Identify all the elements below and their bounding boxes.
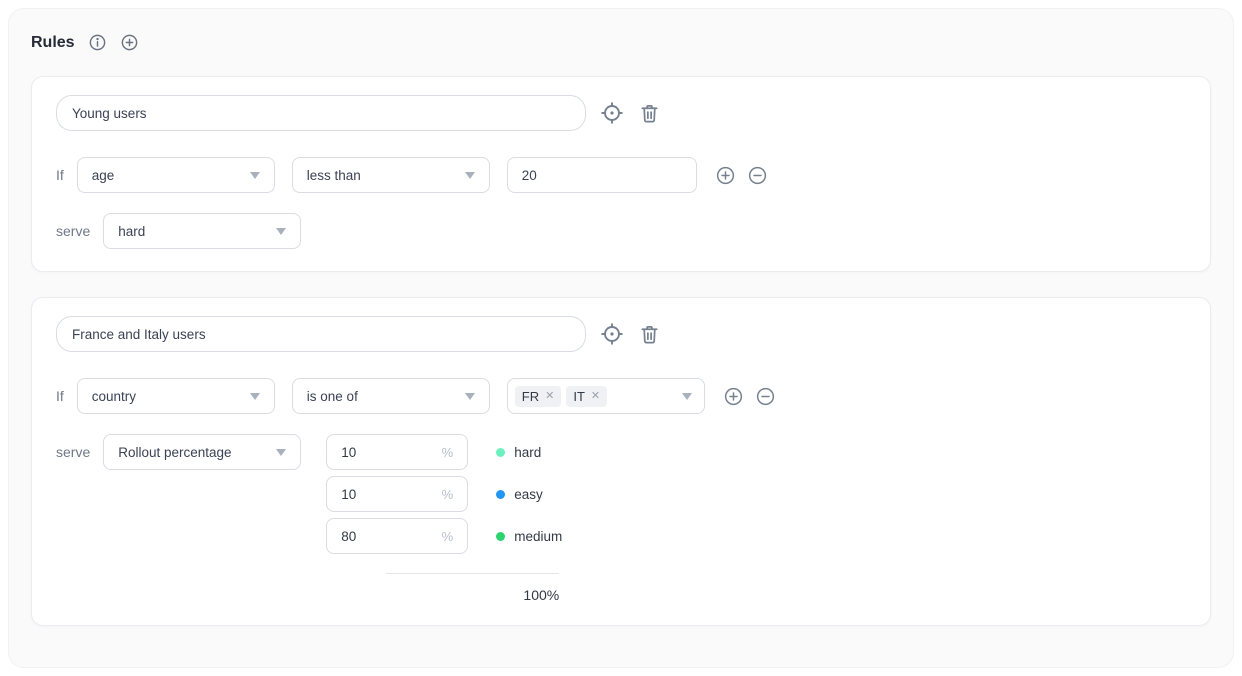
condition-row: If country is one of FR ✕ IT ✕ [56,378,1186,414]
value-chip-label: FR [522,389,539,404]
percent-suffix: % [442,529,454,544]
percentage-input[interactable] [341,445,421,460]
caret-down-icon [250,172,260,179]
info-icon[interactable] [88,33,107,52]
variant-label: medium [514,529,562,544]
caret-down-icon [250,393,260,400]
add-condition-icon[interactable] [723,386,744,407]
variant-label: hard [514,445,541,460]
variant-color-dot [496,448,505,457]
percent-suffix: % [442,487,454,502]
page-title: Rules [31,34,75,52]
rules-panel: Rules [8,8,1234,668]
attribute-select[interactable]: country [77,378,275,414]
value-chip: IT ✕ [566,386,607,407]
remove-chip-icon[interactable]: ✕ [545,391,554,402]
rollout-total: 100% [326,587,559,603]
rule-name-input[interactable] [56,95,586,131]
caret-down-icon [276,449,286,456]
remove-condition-icon[interactable] [747,165,768,186]
serve-select-value: hard [118,224,145,239]
percentage-field[interactable]: % [326,518,468,554]
operator-select-value: is one of [307,389,358,404]
variant-color-dot [496,490,505,499]
percentage-input[interactable] [341,529,421,544]
operator-select[interactable]: less than [292,157,490,193]
rule-card-france-italy-users: If country is one of FR ✕ IT ✕ [31,297,1211,626]
condition-actions [723,386,776,407]
attribute-select[interactable]: age [77,157,275,193]
variant-color-dot [496,532,505,541]
add-rule-icon[interactable] [120,33,139,52]
serve-select[interactable]: hard [103,213,301,249]
serve-type-select-value: Rollout percentage [118,445,231,460]
variant-row: % medium [326,518,562,554]
percent-suffix: % [442,445,454,460]
rule-name-input[interactable] [56,316,586,352]
caret-down-icon [465,393,475,400]
values-multiselect[interactable]: FR ✕ IT ✕ [507,378,705,414]
rule-name-row [56,95,1186,131]
add-condition-icon[interactable] [715,165,736,186]
serve-label: serve [56,444,90,460]
percentage-field[interactable]: % [326,434,468,470]
if-label: If [56,167,64,183]
variant-row: % hard [326,434,562,470]
operator-select-value: less than [307,168,361,183]
trash-icon[interactable] [638,323,661,346]
total-divider [386,573,559,574]
serve-row: serve Rollout percentage % hard [56,434,1186,603]
remove-condition-icon[interactable] [755,386,776,407]
value-chip: FR ✕ [515,386,562,407]
rule-name-row [56,316,1186,352]
percentage-input[interactable] [341,487,421,502]
rule-card-young-users: If age less than [31,76,1211,272]
variant-label: easy [514,487,543,502]
caret-down-icon [465,172,475,179]
crosshair-icon[interactable] [600,101,624,125]
variant-row: % easy [326,476,562,512]
caret-down-icon [682,393,692,400]
condition-row: If age less than [56,157,1186,193]
value-chip-label: IT [573,389,585,404]
serve-row: serve hard [56,213,1186,249]
condition-actions [715,165,768,186]
condition-value-input[interactable] [507,157,697,193]
rollout-variants: % hard % easy % [326,434,562,603]
serve-label: serve [56,223,90,239]
trash-icon[interactable] [638,102,661,125]
serve-type-select[interactable]: Rollout percentage [103,434,301,470]
if-label: If [56,388,64,404]
caret-down-icon [276,228,286,235]
crosshair-icon[interactable] [600,322,624,346]
remove-chip-icon[interactable]: ✕ [591,391,600,402]
rules-header: Rules [9,9,1233,52]
operator-select[interactable]: is one of [292,378,490,414]
attribute-select-value: age [92,168,115,183]
attribute-select-value: country [92,389,136,404]
selected-values: FR ✕ IT ✕ [515,386,607,407]
percentage-field[interactable]: % [326,476,468,512]
